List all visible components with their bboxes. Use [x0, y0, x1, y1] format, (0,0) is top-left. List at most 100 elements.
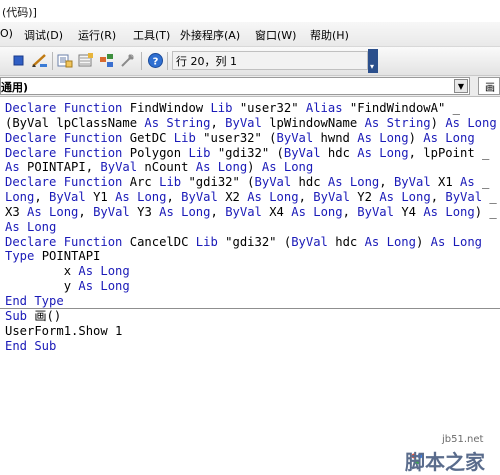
code-token: Y4 — [401, 204, 424, 219]
code-token: Y2 — [357, 190, 380, 205]
standard-toolbar: ? 行 20，列 1 ▾ — [0, 47, 500, 76]
toolbar-overflow-button[interactable]: ▾ — [368, 49, 378, 73]
code-keyword: Type — [5, 249, 42, 264]
code-keyword: As Long — [247, 190, 299, 205]
code-keyword: ByVal — [181, 190, 226, 205]
code-keyword: As Long — [364, 234, 416, 249]
code-keyword: As Long — [27, 204, 79, 219]
menu-addins[interactable]: 外接程序(A) — [180, 27, 240, 43]
code-keyword: As Long — [291, 204, 343, 219]
chevron-down-icon[interactable]: ▼ — [454, 79, 468, 93]
menu-help[interactable]: 帮助(H) — [310, 27, 349, 43]
design-mode-icon[interactable] — [31, 52, 48, 69]
stop-icon[interactable] — [10, 52, 27, 69]
code-keyword: Declare Function — [5, 130, 130, 145]
code-token: _ — [489, 190, 497, 205]
code-token: Y1 — [93, 190, 116, 205]
menu-view-partial[interactable]: O) — [0, 27, 13, 40]
code-token: , — [342, 204, 358, 219]
code-line[interactable]: (ByVal lpClassName As String, ByVal lpWi… — [5, 116, 497, 131]
code-keyword: ByVal — [254, 175, 299, 190]
code-keyword: As Long — [78, 264, 130, 279]
code-text[interactable]: Declare Function FindWindow Lib "user32"… — [5, 101, 497, 353]
code-keyword: Declare Function — [5, 145, 130, 160]
code-line[interactable]: As POINTAPI, ByVal nCount As Long) As Lo… — [5, 160, 497, 175]
code-token: GetDC — [129, 130, 174, 145]
code-keyword: ByVal — [357, 204, 402, 219]
object-combo[interactable]: 通用) ▼ — [0, 77, 470, 95]
code-line[interactable]: y As Long — [5, 279, 497, 294]
menu-bar: O) 调试(D) 运行(R) 工具(T) 外接程序(A) 窗口(W) 帮助(H) — [0, 22, 500, 47]
code-token: X1 — [438, 175, 461, 190]
code-keyword: As Long — [357, 130, 409, 145]
procedure-combo-value: 画 — [485, 83, 495, 94]
code-token: "user32" — [239, 101, 306, 115]
code-line[interactable]: End Sub — [5, 339, 497, 354]
properties-icon[interactable] — [77, 52, 94, 69]
code-keyword: As Long — [327, 175, 380, 190]
code-token: , lpPoint _ — [408, 145, 490, 160]
code-token: "gdi32" ( — [217, 145, 284, 160]
code-token: hdc — [298, 175, 328, 190]
code-line[interactable]: Declare Function GetDC Lib "user32" (ByV… — [5, 131, 497, 146]
code-editor[interactable]: Declare Function FindWindow Lib "user32"… — [0, 97, 500, 473]
code-token: y — [5, 279, 79, 294]
code-token: Arc — [129, 175, 160, 190]
code-line[interactable]: End Type — [5, 294, 497, 309]
code-token: "gdi32" ( — [225, 234, 292, 249]
code-token: hwnd — [320, 130, 358, 145]
svg-text:?: ? — [153, 57, 159, 68]
code-keyword: Lib — [195, 234, 226, 249]
code-keyword: ByVal — [225, 115, 270, 130]
code-token: nCount — [144, 160, 196, 175]
code-line[interactable]: x As Long — [5, 264, 497, 279]
menu-run[interactable]: 运行(R) — [78, 27, 116, 43]
window-title: (代码)] — [2, 6, 37, 19]
help-icon[interactable]: ? — [147, 52, 164, 69]
code-keyword: ByVal — [276, 130, 321, 145]
code-line[interactable]: As Long — [5, 220, 497, 235]
watermark-url: jb51.net — [442, 434, 484, 445]
project-explorer-icon[interactable] — [56, 52, 73, 69]
code-token: ) — [415, 234, 431, 249]
code-token: ) — [247, 160, 262, 175]
code-keyword: As Long — [115, 190, 167, 205]
code-line[interactable]: Declare Function CancelDC Lib "gdi32" (B… — [5, 235, 497, 250]
code-token: "user32" ( — [203, 130, 277, 145]
code-keyword: Lib — [188, 145, 218, 160]
code-line[interactable]: Long, ByVal Y1 As Long, ByVal X2 As Long… — [5, 190, 497, 205]
chevron-down-icon: ▾ — [370, 62, 375, 71]
code-line[interactable]: Declare Function FindWindow Lib "user32"… — [5, 101, 497, 116]
menu-debug[interactable]: 调试(D) — [24, 27, 63, 43]
code-token: x — [5, 264, 79, 279]
code-token: lpWindowName — [269, 115, 365, 130]
procedure-combo[interactable]: 画 — [478, 77, 500, 95]
code-line[interactable]: UserForm1.Show 1 — [5, 324, 497, 339]
code-keyword: As Long — [430, 234, 483, 249]
code-keyword: Sub — [5, 308, 35, 323]
code-token: "gdi32" ( — [188, 175, 255, 190]
menu-window[interactable]: 窗口(W) — [255, 27, 296, 43]
code-keyword: As Long — [423, 130, 475, 145]
code-token: POINTAPI — [41, 249, 101, 264]
code-keyword: ByVal — [225, 204, 270, 219]
code-token: POINTAPI, — [27, 160, 101, 175]
code-line[interactable]: Type POINTAPI — [5, 249, 497, 264]
code-line[interactable]: Declare Function Arc Lib "gdi32" (ByVal … — [5, 175, 497, 190]
code-line[interactable]: X3 As Long, ByVal Y3 As Long, ByVal X4 A… — [5, 205, 497, 220]
code-token: ) — [430, 115, 446, 130]
code-keyword: Alias — [305, 101, 350, 115]
code-token: hdc — [335, 234, 365, 249]
code-line[interactable]: Declare Function Polygon Lib "gdi32" (By… — [5, 146, 497, 161]
code-token: _ — [482, 175, 490, 190]
toolbox-icon[interactable] — [119, 52, 136, 69]
code-token: ) _ — [474, 204, 497, 219]
menu-tools[interactable]: 工具(T) — [133, 27, 170, 43]
object-browser-icon[interactable] — [98, 52, 115, 69]
code-keyword: Declare Function — [5, 175, 130, 190]
code-token: 画() — [34, 308, 62, 323]
code-line[interactable]: Sub 画() — [5, 309, 497, 324]
code-keyword: End Sub — [5, 338, 57, 353]
code-keyword: As String — [364, 115, 431, 130]
code-keyword: As Long — [261, 160, 314, 175]
